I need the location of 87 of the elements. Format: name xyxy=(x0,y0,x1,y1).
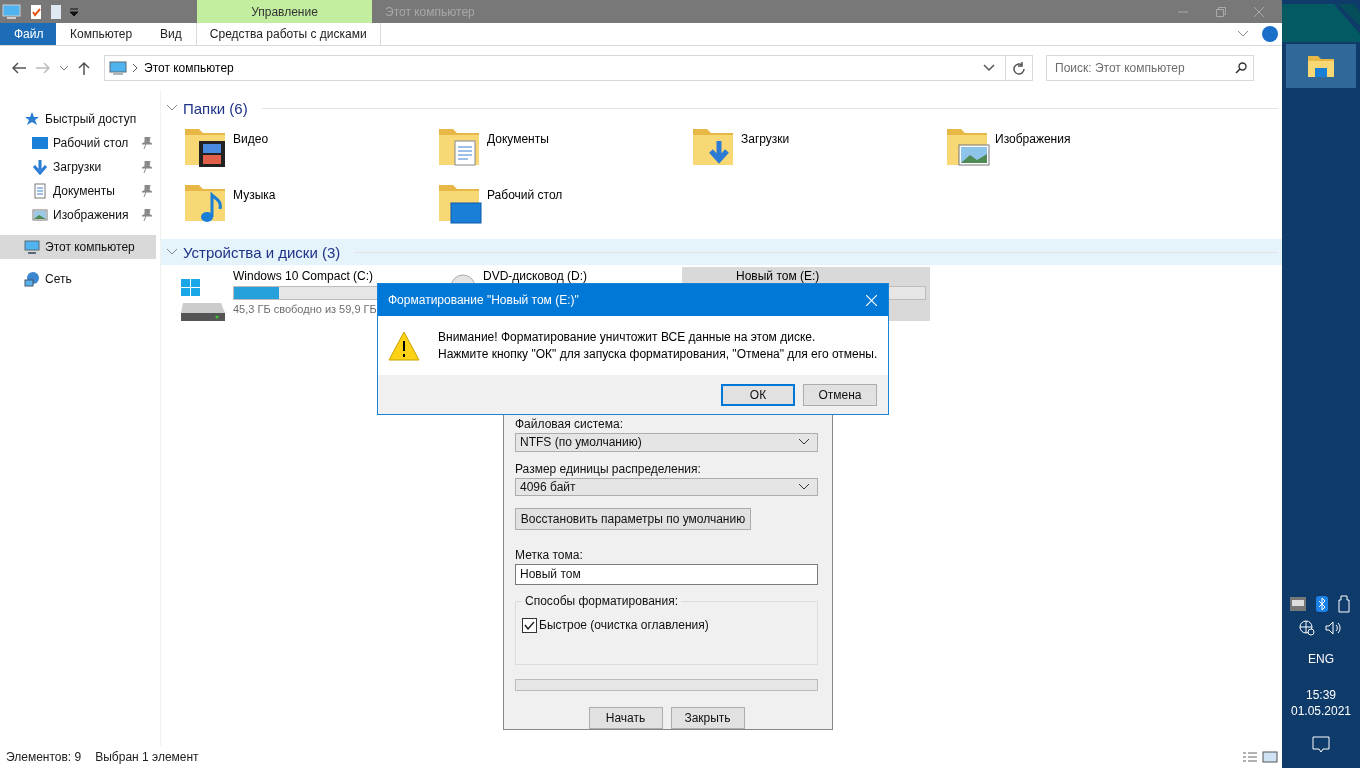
dialog-title: Форматирование "Новый том (E:)" xyxy=(388,293,580,307)
warning-icon xyxy=(388,330,420,361)
chevron-icon xyxy=(133,64,138,72)
refresh-icon xyxy=(1013,61,1025,75)
tiles-view-icon[interactable] xyxy=(1262,751,1278,763)
pin-icon[interactable] xyxy=(142,137,152,149)
dropdown-icon xyxy=(799,439,809,446)
properties-icon[interactable] xyxy=(30,3,42,20)
clock-date[interactable]: 01.05.2021 xyxy=(1290,704,1352,718)
dropdown-icon[interactable] xyxy=(983,64,995,72)
notification-icon[interactable] xyxy=(1312,736,1330,754)
dropdown-icon xyxy=(799,483,809,490)
field-label: Файловая система: xyxy=(515,417,625,431)
pictures-icon xyxy=(32,207,48,223)
ribbon-tab[interactable]: Вид xyxy=(146,23,196,45)
file-system-dropdown[interactable]: NTFS (по умолчанию) xyxy=(515,433,818,452)
globe-icon[interactable] xyxy=(1299,620,1315,636)
cluster-size-dropdown[interactable]: 4096 байт xyxy=(515,477,818,497)
dropdown-icon[interactable] xyxy=(70,7,78,16)
checkbox[interactable] xyxy=(522,617,537,633)
field-label: Размер единицы распределения: xyxy=(515,461,702,476)
back-icon[interactable] xyxy=(12,62,26,74)
group-header: Папки (6) xyxy=(183,99,248,117)
language-indicator[interactable]: ENG xyxy=(1308,652,1334,666)
pin-icon[interactable] xyxy=(142,161,152,173)
folder-tile[interactable]: Загрузки xyxy=(689,123,943,179)
desktop-icon xyxy=(32,135,48,151)
address-bar[interactable]: Этот компьютер xyxy=(104,55,1006,81)
vm-icon[interactable] xyxy=(1290,597,1306,611)
computer-icon[interactable] xyxy=(2,3,22,20)
computer-icon xyxy=(109,61,127,75)
check-icon xyxy=(524,620,535,630)
refresh-button[interactable] xyxy=(1006,55,1033,81)
free-space-text: 45,3 ГБ свободно из 59,9 ГБ xyxy=(233,303,378,315)
bluetooth-icon[interactable] xyxy=(1316,596,1328,612)
star-icon xyxy=(24,111,40,127)
selection-count: Выбран 1 элемент xyxy=(95,750,199,764)
dialog-button[interactable]: ОК xyxy=(721,383,795,406)
network-icon xyxy=(24,271,40,287)
group-title: Способы форматирования: xyxy=(522,593,681,608)
dialog-button[interactable]: Закрыть xyxy=(670,707,745,729)
new-folder-icon[interactable] xyxy=(50,3,62,20)
up-icon[interactable] xyxy=(78,61,90,75)
nav-item[interactable]: Изображения xyxy=(0,203,156,227)
folder-icon xyxy=(1307,54,1335,78)
folder-tile[interactable]: Документы xyxy=(435,123,689,179)
field-label: Метка тома: xyxy=(515,548,584,563)
chevron-icon[interactable] xyxy=(1238,31,1248,37)
search-icon xyxy=(1235,62,1247,74)
collapse-icon[interactable] xyxy=(167,249,177,255)
nav-item[interactable]: Этот компьютер xyxy=(0,235,156,259)
context-tab-title: Управление xyxy=(197,0,372,23)
pin-icon[interactable] xyxy=(142,209,152,221)
nav-item[interactable]: Рабочий стол xyxy=(0,131,156,155)
ribbon-tab[interactable]: Компьютер xyxy=(56,23,147,45)
folder-tile[interactable]: Рабочий стол xyxy=(435,179,689,235)
pc-icon xyxy=(24,239,40,255)
ribbon-tab[interactable]: Файл xyxy=(0,23,56,45)
warning-message: Нажмите кнопку "ОК" для запуска форматирования, "Отмена" для его отмены. xyxy=(438,347,878,361)
pin-icon[interactable] xyxy=(142,185,152,197)
search-field[interactable]: Поиск: Этот компьютер xyxy=(1046,55,1254,81)
dialog-button[interactable]: Отмена xyxy=(803,383,877,406)
nav-item[interactable]: Быстрый доступ xyxy=(0,107,156,131)
nav-item[interactable]: Документы xyxy=(0,179,156,203)
nav-item[interactable]: Загрузки xyxy=(0,155,156,179)
help-icon[interactable] xyxy=(1262,26,1278,42)
usb-drive-icon[interactable] xyxy=(1338,595,1352,613)
folder-tile[interactable]: Видео xyxy=(181,123,435,179)
warning-message: Внимание! Форматирование уничтожит ВСЕ данные на этом диске. xyxy=(438,330,817,344)
file-explorer-button[interactable] xyxy=(1286,44,1356,88)
documents-icon xyxy=(32,183,48,199)
checkbox-label[interactable]: Быстрое (очистка оглавления) xyxy=(539,618,709,633)
clock-time[interactable]: 15:39 xyxy=(1306,688,1336,702)
speaker-icon[interactable] xyxy=(1325,621,1343,635)
item-count: Элементов: 9 xyxy=(6,750,82,764)
volume-label-field[interactable]: Новый том xyxy=(515,564,818,585)
drive-icon xyxy=(181,279,225,321)
folder-tile[interactable]: Музыка xyxy=(181,179,435,235)
group-header: Устройства и диски (3) xyxy=(183,243,341,261)
folder-tile[interactable]: Изображения xyxy=(943,123,1197,179)
collapse-icon[interactable] xyxy=(167,105,177,111)
recent-icon[interactable] xyxy=(60,65,68,71)
nav-item[interactable]: Сеть xyxy=(0,267,156,291)
dialog-button[interactable]: Начать xyxy=(588,707,663,729)
restore-defaults-button[interactable]: Восстановить параметры по умолчанию xyxy=(515,508,751,531)
ribbon-tab[interactable]: Средства работы с дисками xyxy=(195,23,381,45)
downloads-icon xyxy=(32,159,48,175)
